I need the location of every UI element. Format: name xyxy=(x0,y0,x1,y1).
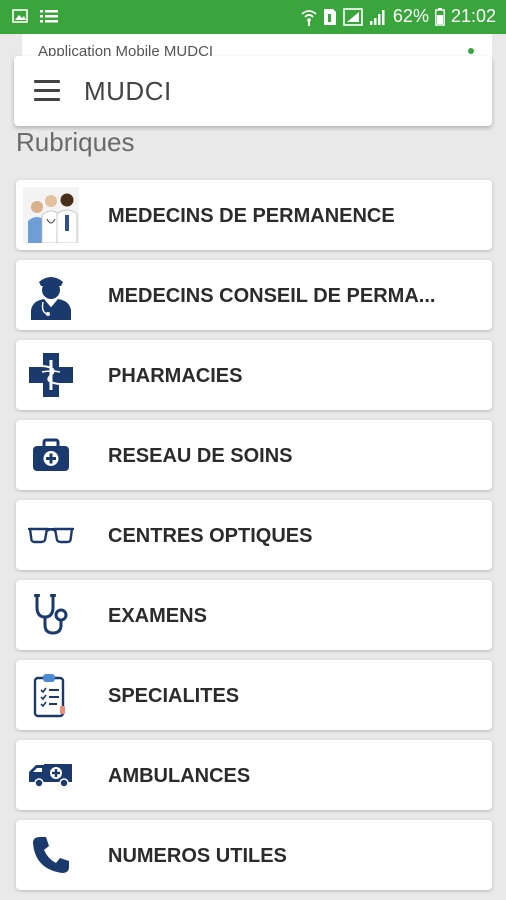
list-item-label: MEDECINS DE PERMANENCE xyxy=(108,205,395,227)
list-notification-icon xyxy=(40,10,58,23)
clock: 21:02 xyxy=(450,6,496,26)
list-item-label: EXAMENS xyxy=(108,605,207,627)
list-item-label: AMBULANCES xyxy=(108,765,251,787)
glasses-icon xyxy=(16,500,86,570)
signal-box-icon xyxy=(343,7,363,26)
pharmacy-cross-icon xyxy=(16,340,86,410)
list-item-label: MEDECINS CONSEIL DE PERMA... xyxy=(108,285,436,307)
notification-underlay: Application Mobile MUDCI xyxy=(22,34,492,58)
rubriques-list: MEDECINS DE PERMANENCE MEDECINS CONSEIL … xyxy=(16,180,492,900)
list-item-label: PHARMACIES xyxy=(108,365,243,387)
image-notification-icon xyxy=(12,9,28,23)
list-item-ambulances[interactable]: AMBULANCES xyxy=(16,740,492,810)
list-item-examens[interactable]: EXAMENS xyxy=(16,580,492,650)
medical-kit-icon xyxy=(16,420,86,490)
doctor-avatar-icon xyxy=(16,260,86,330)
list-item-medecins-conseil[interactable]: MEDECINS CONSEIL DE PERMA... xyxy=(16,260,492,330)
section-title: Rubriques xyxy=(16,127,135,157)
status-bar: 62% 21:02 xyxy=(0,0,506,34)
battery-icon xyxy=(435,7,445,26)
list-item-numeros-utiles[interactable]: NUMEROS UTILES xyxy=(16,820,492,890)
cell-signal-icon xyxy=(369,9,385,25)
list-item-medecins-permanence[interactable]: MEDECINS DE PERMANENCE xyxy=(16,180,492,250)
app-title: MUDCI xyxy=(84,76,172,106)
list-item-centres-optiques[interactable]: CENTRES OPTIQUES xyxy=(16,500,492,570)
battery-percent: 62% xyxy=(392,6,429,26)
hamburger-icon[interactable] xyxy=(34,80,62,102)
sim-icon xyxy=(323,8,336,25)
wifi-icon xyxy=(301,9,317,26)
list-item-specialites[interactable]: SPECIALITES xyxy=(16,660,492,730)
list-item-label: SPECIALITES xyxy=(108,685,240,707)
ambulance-icon xyxy=(16,740,86,810)
app-bar: MUDCI xyxy=(14,56,492,126)
list-item-label: NUMEROS UTILES xyxy=(108,845,287,867)
phone-icon xyxy=(16,820,86,890)
underlay-dot xyxy=(468,48,474,54)
list-item-reseau-soins[interactable]: RESEAU DE SOINS xyxy=(16,420,492,490)
doctors-photo-icon xyxy=(16,180,86,250)
list-item-label: CENTRES OPTIQUES xyxy=(108,525,313,547)
clipboard-icon xyxy=(16,660,86,730)
stethoscope-icon xyxy=(16,580,86,650)
list-item-pharmacies[interactable]: PHARMACIES xyxy=(16,340,492,410)
list-item-label: RESEAU DE SOINS xyxy=(108,445,293,467)
